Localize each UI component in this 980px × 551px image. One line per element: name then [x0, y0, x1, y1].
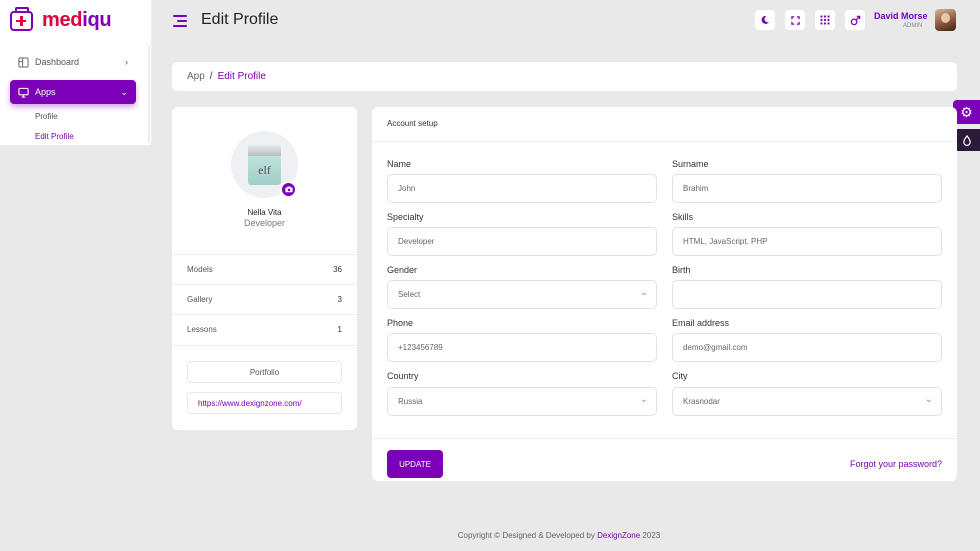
logo-text-part1: med: [42, 9, 83, 31]
menu-toggle-icon[interactable]: [173, 15, 187, 27]
email-input[interactable]: demo@gmail.com: [672, 333, 942, 362]
country-select[interactable]: Russia: [387, 387, 657, 416]
footer-brand-link[interactable]: DexignZone: [597, 531, 640, 540]
medical-kit-icon: [10, 6, 33, 31]
chevron-down-icon: ⌄: [120, 86, 128, 97]
sidebar-subitem-edit-profile[interactable]: Edit Profile: [35, 132, 74, 141]
logo-text-part2: iqu: [82, 9, 112, 31]
sidebar: mediqu Dashboard › Apps ⌄ Profile Edit P…: [0, 0, 152, 145]
stat-label: Models: [187, 265, 213, 274]
stat-row-lessons: Lessons 1: [187, 325, 342, 334]
city-label: City: [672, 371, 688, 381]
birth-input[interactable]: [672, 280, 942, 309]
product-jar-image: elf: [248, 145, 281, 185]
account-setup-card: Account setup Name John Surname Brahim S…: [372, 107, 957, 481]
sidebar-scrollbar[interactable]: [148, 45, 150, 143]
footer-year: 2023: [640, 531, 661, 540]
skills-input[interactable]: HTML, JavaScript, PHP: [672, 227, 942, 256]
stat-label: Gallery: [187, 295, 213, 304]
sidebar-item-apps[interactable]: Apps ⌄: [10, 80, 136, 104]
stat-value: 36: [333, 265, 342, 274]
breadcrumb-current: Edit Profile: [217, 71, 266, 82]
chevron-right-icon: ›: [125, 57, 128, 67]
product-label: elf: [248, 156, 281, 185]
stat-row-gallery: Gallery 3: [187, 295, 342, 304]
user-avatar[interactable]: [935, 9, 956, 31]
divider: [172, 284, 357, 285]
sidebar-item-label: Dashboard: [35, 57, 80, 67]
portfolio-url-link[interactable]: https://www.dexignzone.com/: [187, 392, 342, 414]
profile-name: Nella Vita: [247, 208, 282, 217]
footer-text: Copyright © Designed & Developed by: [457, 531, 598, 540]
divider: [172, 345, 357, 346]
name-input[interactable]: John: [387, 174, 657, 203]
gender-select[interactable]: Select: [387, 280, 657, 309]
gender-icon[interactable]: [845, 10, 865, 30]
divider: [372, 141, 957, 142]
skills-label: Skills: [672, 212, 694, 222]
camera-icon[interactable]: [280, 181, 297, 198]
portfolio-button[interactable]: Portfolio: [187, 361, 342, 383]
stat-label: Lessons: [187, 325, 217, 334]
user-name[interactable]: David Morse: [874, 11, 928, 21]
surname-input[interactable]: Brahim: [672, 174, 942, 203]
surname-label: Surname: [672, 159, 709, 169]
profile-role: Developer: [243, 218, 286, 228]
dashboard-icon: [18, 56, 29, 68]
name-label: Name: [387, 159, 412, 169]
logo-text: mediqu: [42, 9, 112, 32]
divider: [172, 314, 357, 315]
city-select[interactable]: Krasnodar: [672, 387, 942, 416]
specialty-input[interactable]: Developer: [387, 227, 657, 256]
phone-label: Phone: [387, 318, 414, 328]
page-title: Edit Profile: [201, 11, 279, 28]
sidebar-item-dashboard[interactable]: Dashboard ›: [10, 50, 136, 74]
card-title: Account setup: [387, 119, 438, 128]
sidebar-subitem-profile[interactable]: Profile: [35, 112, 58, 121]
breadcrumb: App / Edit Profile: [172, 62, 957, 91]
sidebar-item-label: Apps: [35, 87, 56, 97]
breadcrumb-separator: /: [209, 71, 213, 82]
email-label: Email address: [672, 318, 730, 328]
fullscreen-icon[interactable]: [785, 10, 805, 30]
stat-row-models: Models 36: [187, 265, 342, 274]
specialty-label: Specialty: [387, 212, 424, 222]
divider: [172, 254, 357, 255]
monitor-icon: [18, 87, 29, 98]
settings-gear-icon[interactable]: ⚙: [953, 100, 980, 124]
profile-card: elf Nella Vita Developer Models 36 Galle…: [172, 107, 357, 430]
country-label: Country: [387, 371, 419, 381]
moon-icon[interactable]: [755, 10, 775, 30]
phone-input[interactable]: +123456789: [387, 333, 657, 362]
stat-value: 3: [337, 295, 342, 304]
divider: [372, 438, 957, 439]
footer: Copyright © Designed & Developed by Dexi…: [0, 531, 980, 540]
gender-label: Gender: [387, 265, 418, 275]
breadcrumb-root[interactable]: App: [187, 71, 205, 82]
forgot-password-link[interactable]: Forgot your password?: [850, 459, 942, 469]
user-role: ADMIN: [903, 23, 923, 29]
logo[interactable]: mediqu: [10, 6, 112, 32]
update-button[interactable]: UPDATE: [387, 450, 443, 478]
birth-label: Birth: [672, 265, 691, 275]
theme-drop-icon[interactable]: [953, 129, 980, 151]
stat-value: 1: [337, 325, 342, 334]
grid-icon[interactable]: [815, 10, 835, 30]
